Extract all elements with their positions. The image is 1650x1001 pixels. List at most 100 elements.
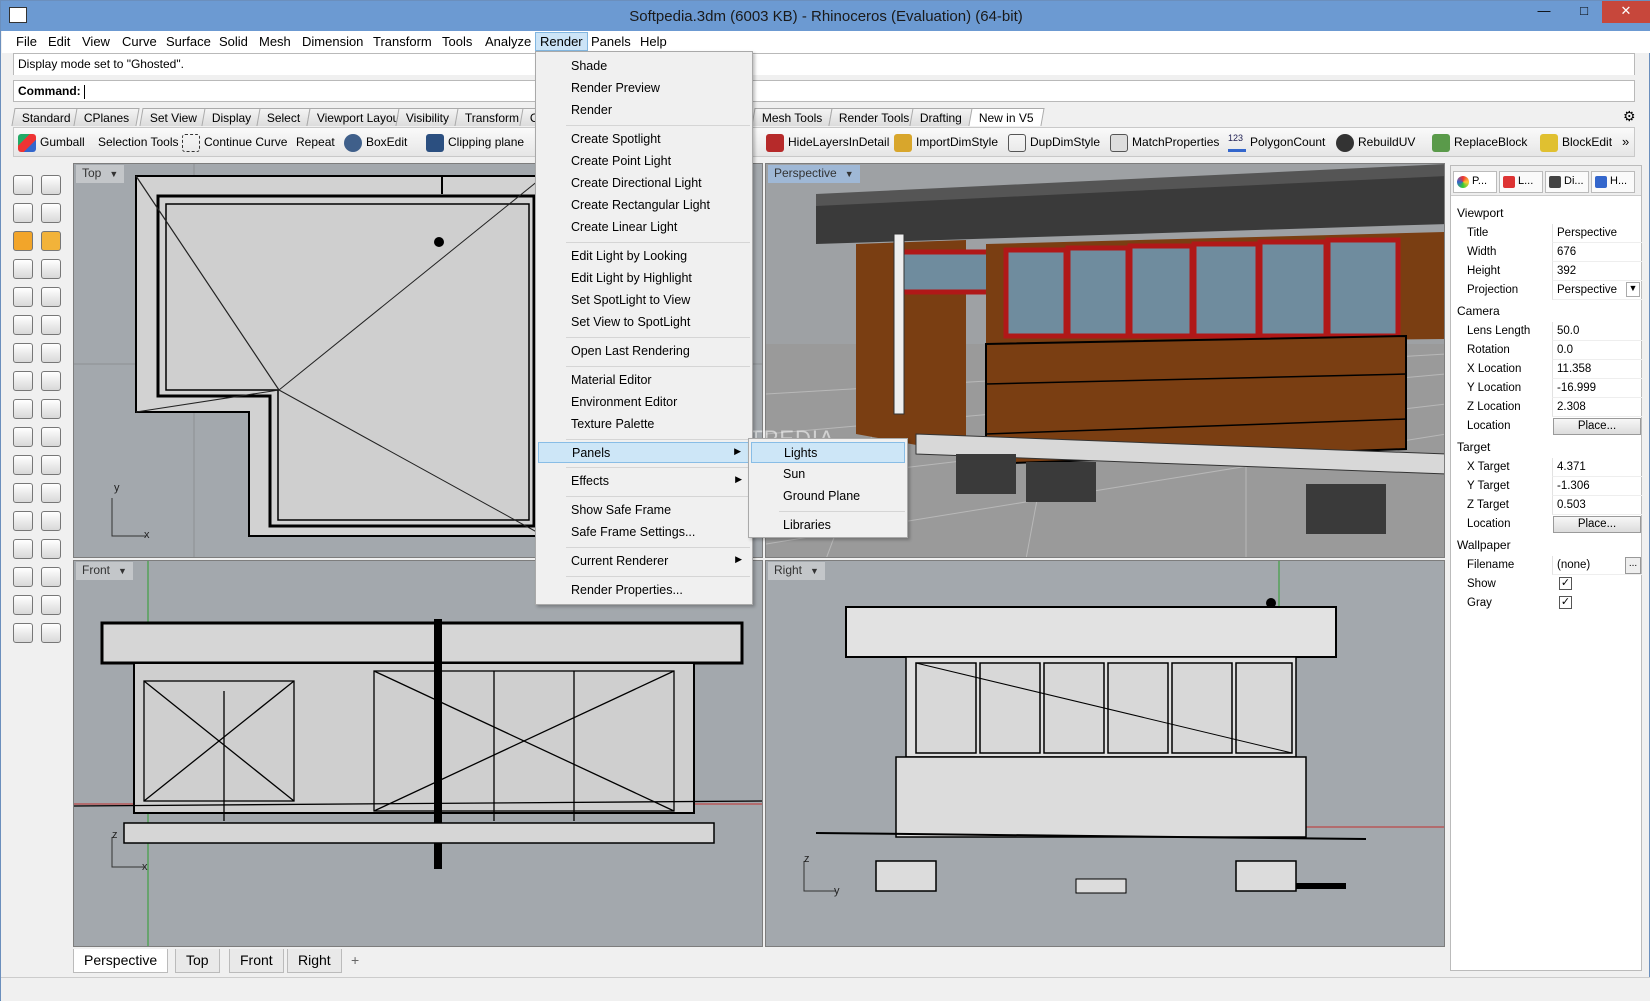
menu-transform[interactable]: Transform — [373, 34, 432, 49]
tab-select[interactable]: Select — [256, 108, 311, 126]
interp-curve-icon[interactable] — [41, 287, 61, 307]
polyline-icon[interactable] — [13, 259, 33, 279]
ellipse-center-icon[interactable] — [41, 427, 61, 447]
line-segments-icon[interactable] — [13, 343, 33, 363]
block-icon[interactable] — [41, 567, 61, 587]
menu-item-create-point-light[interactable]: Create Point Light — [538, 151, 750, 172]
gray-checkbox[interactable]: ✓ — [1559, 596, 1572, 609]
menu-item-safe-frame-settings[interactable]: Safe Frame Settings... — [538, 522, 750, 543]
tab-display[interactable]: Display — [201, 108, 262, 126]
menu-item-panels[interactable]: Panels ▶ — [538, 442, 750, 463]
tab-drafting[interactable]: Drafting — [909, 108, 973, 126]
polygon-icon[interactable] — [41, 259, 61, 279]
more-tools-chevron-icon[interactable]: » — [1622, 132, 1629, 154]
menu-item-shade[interactable]: Shade — [538, 56, 750, 77]
tab-transform[interactable]: Transform — [454, 108, 530, 126]
rotation-field[interactable]: 0.0 — [1552, 341, 1642, 360]
command-line[interactable]: Command: — [13, 80, 1635, 102]
y-location-field[interactable]: -16.999 — [1552, 379, 1642, 398]
circle-3pt-icon[interactable] — [41, 399, 61, 419]
menu-dimension[interactable]: Dimension — [302, 34, 363, 49]
viewport-front[interactable]: Front ▼ z x — [73, 560, 763, 947]
x-target-field[interactable]: 4.371 — [1552, 458, 1642, 477]
camera-place-button[interactable]: Place... — [1553, 418, 1641, 435]
repeat-button[interactable]: Repeat — [296, 132, 335, 154]
polygon-count-button[interactable]: 123 PolygonCount — [1228, 132, 1325, 154]
tab-set-view[interactable]: Set View — [139, 108, 208, 126]
star-icon[interactable] — [41, 623, 61, 643]
tab-display[interactable]: Di... — [1545, 171, 1589, 193]
menu-item-create-spotlight[interactable]: Create Spotlight — [538, 129, 750, 150]
edit-points-icon[interactable] — [13, 203, 33, 223]
x-location-field[interactable]: 11.358 — [1552, 360, 1642, 379]
replace-block-button[interactable]: ReplaceBlock — [1432, 132, 1527, 154]
viewport-label-top[interactable]: Top ▼ — [76, 165, 125, 183]
point-icon[interactable] — [41, 175, 61, 195]
rebuild-uv-button[interactable]: RebuildUV — [1336, 132, 1415, 154]
chevron-down-icon[interactable]: ▼ — [1626, 282, 1640, 297]
menu-render[interactable]: Render — [535, 32, 588, 51]
match-properties-button[interactable]: MatchProperties — [1110, 132, 1219, 154]
menu-item-set-view-to-spotlight[interactable]: Set View to SpotLight — [538, 312, 750, 333]
close-button[interactable]: ✕ — [1602, 1, 1650, 23]
import-dim-style-button[interactable]: ImportDimStyle — [894, 132, 998, 154]
tab-top[interactable]: Top — [175, 949, 220, 973]
tab-new-in-v5[interactable]: New in V5 — [968, 108, 1045, 126]
tab-cplanes[interactable]: CPlanes — [73, 108, 140, 126]
explode-icon[interactable] — [13, 231, 33, 251]
chevron-down-icon[interactable]: ▼ — [118, 566, 127, 576]
menu-item-render-preview[interactable]: Render Preview — [538, 78, 750, 99]
menu-item-create-directional-light[interactable]: Create Directional Light — [538, 173, 750, 194]
arc-center-icon[interactable] — [41, 371, 61, 391]
boxedit-button[interactable]: BoxEdit — [344, 132, 407, 154]
viewport-label-perspective[interactable]: Perspective ▼ — [768, 165, 860, 183]
maximize-button[interactable]: □ — [1567, 1, 1601, 23]
circle-icon[interactable] — [13, 399, 33, 419]
block-edit-button[interactable]: BlockEdit — [1540, 132, 1612, 154]
menu-item-create-linear-light[interactable]: Create Linear Light — [538, 217, 750, 238]
submenu-item-libraries[interactable]: Libraries — [751, 515, 905, 536]
normal-line-icon[interactable] — [13, 371, 33, 391]
arc-icon[interactable] — [13, 315, 33, 335]
tab-render-tools[interactable]: Render Tools — [828, 108, 921, 126]
menu-item-create-rectangular-light[interactable]: Create Rectangular Light — [538, 195, 750, 216]
chamfer-icon[interactable] — [41, 483, 61, 503]
select-arrow-icon[interactable] — [13, 175, 33, 195]
chevron-down-icon[interactable]: ▼ — [109, 169, 118, 179]
gear-icon[interactable]: ⚙ — [1623, 108, 1636, 126]
menu-item-environment-editor[interactable]: Environment Editor — [538, 392, 750, 413]
hide-layers-in-detail-button[interactable]: HideLayersInDetail — [766, 132, 889, 154]
tab-mesh-tools[interactable]: Mesh Tools — [751, 108, 834, 126]
move-icon[interactable] — [41, 203, 61, 223]
add-viewport-tab-button[interactable]: + — [341, 949, 369, 973]
tab-front[interactable]: Front — [229, 949, 284, 973]
menu-item-edit-light-by-looking[interactable]: Edit Light by Looking — [538, 246, 750, 267]
title-field[interactable]: Perspective — [1552, 224, 1642, 243]
menu-surface[interactable]: Surface — [166, 34, 211, 49]
menu-item-edit-light-by-highlight[interactable]: Edit Light by Highlight — [538, 268, 750, 289]
menu-item-effects[interactable]: Effects ▶ — [538, 471, 750, 492]
menu-item-texture-palette[interactable]: Texture Palette — [538, 414, 750, 435]
y-target-field[interactable]: -1.306 — [1552, 477, 1642, 496]
browse-button[interactable]: ... — [1625, 557, 1641, 574]
line-icon[interactable] — [41, 315, 61, 335]
tab-properties[interactable]: P... — [1453, 171, 1497, 193]
tab-right[interactable]: Right — [287, 949, 342, 973]
menu-curve[interactable]: Curve — [122, 34, 157, 49]
z-target-field[interactable]: 0.503 — [1552, 496, 1642, 515]
tangent-line-icon[interactable] — [41, 343, 61, 363]
menu-item-render-properties[interactable]: Render Properties... — [538, 580, 750, 601]
viewport-label-right[interactable]: Right ▼ — [768, 562, 825, 580]
hexagon-icon[interactable] — [13, 595, 33, 615]
menu-view[interactable]: View — [82, 34, 110, 49]
tab-standard[interactable]: Standard — [11, 108, 82, 126]
menu-solid[interactable]: Solid — [219, 34, 248, 49]
fillet-icon[interactable] — [41, 455, 61, 475]
menu-file[interactable]: File — [16, 34, 37, 49]
menu-help[interactable]: Help — [640, 34, 667, 49]
cylinder-icon[interactable] — [41, 539, 61, 559]
tab-layers[interactable]: L... — [1499, 171, 1543, 193]
sphere-icon[interactable] — [13, 511, 33, 531]
chevron-down-icon[interactable]: ▼ — [845, 169, 854, 179]
submenu-item-sun[interactable]: Sun — [751, 464, 905, 485]
